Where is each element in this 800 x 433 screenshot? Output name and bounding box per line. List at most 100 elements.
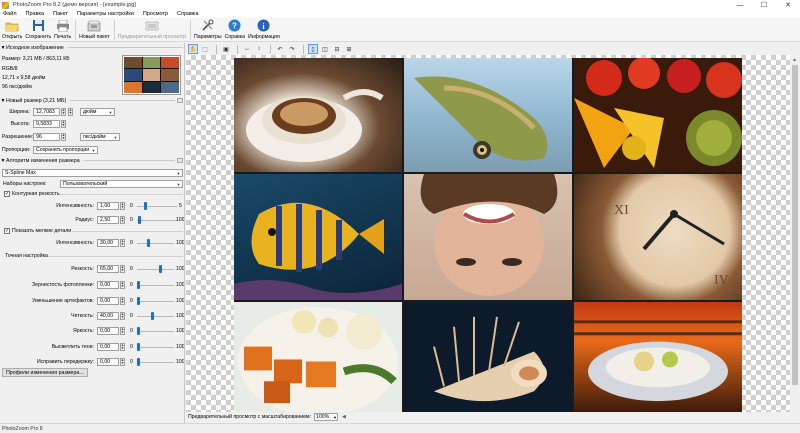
maximize-button[interactable]: ☐ — [752, 0, 776, 10]
resize-profiles-button[interactable]: Профили изменения размера... — [2, 368, 88, 377]
details-intensity-slider[interactable] — [137, 239, 174, 247]
algorithm-header[interactable]: ▼ Алгоритм изменения размера — [0, 157, 183, 164]
fine-row-input[interactable]: 0,00 — [97, 297, 119, 305]
fine-row-stepper[interactable]: ▲ ▼ — [120, 281, 125, 289]
details-intensity-input[interactable]: 30,00 — [97, 239, 119, 247]
single-view-icon[interactable]: ▯ — [308, 44, 318, 54]
new-batch-button[interactable]: Новый пакет — [79, 18, 110, 42]
rotate-left-icon[interactable]: ↶ — [275, 44, 285, 54]
sharp-intensity-stepper[interactable]: ▲ ▼ — [120, 202, 125, 210]
source-image-header[interactable]: ▼ Исходное изображение — [0, 44, 183, 51]
width-lock-icon[interactable]: ▲ ▼ — [68, 108, 73, 116]
hand-tool-icon[interactable]: ✋ — [188, 44, 198, 54]
info-label: Информация — [248, 34, 280, 40]
details-checkbox[interactable]: ✓ — [4, 228, 10, 234]
panel-options-button[interactable] — [177, 158, 183, 163]
fine-row-slider[interactable] — [137, 358, 174, 366]
fine-row-input[interactable]: 0,00 — [97, 281, 119, 289]
minimize-button[interactable]: — — [728, 0, 752, 10]
radius-stepper[interactable]: ▲ ▼ — [120, 216, 125, 224]
height-input[interactable]: 9,5833 — [33, 120, 60, 128]
divider — [72, 231, 183, 232]
fine-row-slider[interactable] — [137, 265, 174, 273]
radius-input[interactable]: 2,50 — [97, 216, 119, 224]
menu-settings[interactable]: Параметры настройки — [77, 11, 134, 17]
fine-row-stepper[interactable]: ▲ ▼ — [120, 297, 125, 305]
crop-tool-icon[interactable]: ⬚ — [200, 44, 210, 54]
source-thumbnail[interactable] — [122, 55, 181, 95]
menu-help[interactable]: Справка — [177, 11, 199, 17]
fit-height-icon[interactable]: ↕ — [254, 44, 264, 54]
fine-row-slider[interactable] — [137, 327, 174, 335]
split-horizontal-icon[interactable]: ⊟ — [332, 44, 342, 54]
open-button[interactable]: Открыть — [2, 18, 22, 42]
menu-batch[interactable]: Пакет — [53, 11, 68, 17]
new-size-header[interactable]: ▼ Новый размер (3,21 МБ) — [0, 97, 183, 104]
settings-button[interactable]: Параметры — [194, 18, 222, 42]
vertical-scrollbar[interactable]: ▲ — [790, 55, 800, 412]
fine-row-stepper[interactable]: ▲ ▼ — [120, 343, 125, 351]
save-button[interactable]: Сохранить — [25, 18, 51, 42]
resolution-unit-select[interactable]: пкс/дюйм ▼ — [80, 133, 120, 141]
fine-row-input[interactable]: 0,00 — [97, 358, 119, 366]
zoom-select[interactable]: 100% ▼ — [314, 413, 339, 421]
menu-bar: Файл Правка Пакет Параметры настройки Пр… — [0, 10, 800, 18]
help-button[interactable]: ? Справка — [225, 18, 245, 42]
scroll-thumb[interactable] — [792, 65, 798, 385]
method-select[interactable]: S-Spline Max ▼ — [2, 169, 183, 177]
preview-canvas[interactable]: XI IV — [186, 55, 790, 412]
menu-edit[interactable]: Правка — [26, 11, 45, 17]
resolution-stepper[interactable]: ▲ ▼ — [61, 133, 66, 141]
slider-max: 100 — [176, 313, 185, 319]
source-image-title: Исходное изображение — [6, 44, 64, 51]
scroll-up-icon[interactable]: ▲ — [792, 57, 797, 63]
info-button[interactable]: i Информация — [248, 18, 280, 42]
details-intensity-stepper[interactable]: ▲ ▼ — [120, 239, 125, 247]
sharpness-checkbox[interactable]: ✓ — [4, 191, 10, 197]
width-stepper[interactable]: ▲ ▼ — [61, 108, 66, 116]
menu-file[interactable]: Файл — [3, 11, 17, 17]
rotate-right-icon[interactable]: ↷ — [287, 44, 297, 54]
fine-row-input[interactable]: 0,00 — [97, 343, 119, 351]
fit-width-icon[interactable]: ↔ — [242, 44, 252, 54]
fine-row-input[interactable]: 65,00 — [97, 265, 119, 273]
horizontal-scrollbar[interactable]: ◀ — [341, 413, 800, 421]
fine-row-slider[interactable] — [137, 343, 174, 351]
resolution-input[interactable]: 96 — [33, 133, 60, 141]
preset-select[interactable]: Пользовательский ▼ — [60, 180, 183, 188]
close-button[interactable]: ✕ — [776, 0, 800, 10]
source-dimensions: 12,71 x 9,58 дюйм — [2, 75, 46, 81]
width-input[interactable]: 12,7083 — [33, 108, 60, 116]
fine-row-slider[interactable] — [137, 312, 174, 320]
svg-text:?: ? — [232, 22, 237, 31]
sharp-intensity-slider[interactable] — [137, 202, 177, 210]
tools-icon — [201, 19, 215, 32]
height-stepper[interactable]: ▲ ▼ — [61, 120, 66, 128]
unit-value: дюйм — [83, 109, 97, 115]
fine-row-stepper[interactable]: ▲ ▼ — [120, 358, 125, 366]
split-quad-icon[interactable]: ⊞ — [344, 44, 354, 54]
fine-row-slider[interactable] — [137, 297, 174, 305]
fine-row-stepper[interactable]: ▲ ▼ — [120, 265, 125, 273]
source-dpi: 96 пкс/дюйм — [2, 84, 32, 90]
split-vertical-icon[interactable]: ◫ — [320, 44, 330, 54]
fine-tuning-label: Точная настройка — [5, 253, 48, 259]
menu-view[interactable]: Просмотр — [143, 11, 168, 17]
fine-row-stepper[interactable]: ▲ ▼ — [120, 327, 125, 335]
proportions-select[interactable]: Сохранить пропорции ▼ — [33, 146, 98, 154]
radius-slider[interactable] — [137, 216, 177, 224]
fine-row-stepper[interactable]: ▲ ▼ — [120, 312, 125, 320]
sharp-intensity-input[interactable]: 1,00 — [97, 202, 119, 210]
select-all-icon[interactable]: ▣ — [221, 44, 231, 54]
slider-min: 0 — [130, 217, 133, 223]
unit-select[interactable]: дюйм ▼ — [80, 108, 115, 116]
scroll-left-icon[interactable]: ◀ — [342, 414, 346, 420]
preview-button[interactable]: Предварительный просмотр — [118, 18, 186, 42]
batch-icon — [87, 19, 101, 32]
print-button[interactable]: Печать — [54, 18, 71, 42]
panel-options-button[interactable] — [177, 98, 183, 103]
fine-row-label: Четкость: — [71, 313, 94, 319]
fine-row-slider[interactable] — [137, 281, 174, 289]
fine-row-input[interactable]: 0,00 — [97, 327, 119, 335]
fine-row-input[interactable]: 40,00 — [97, 312, 119, 320]
